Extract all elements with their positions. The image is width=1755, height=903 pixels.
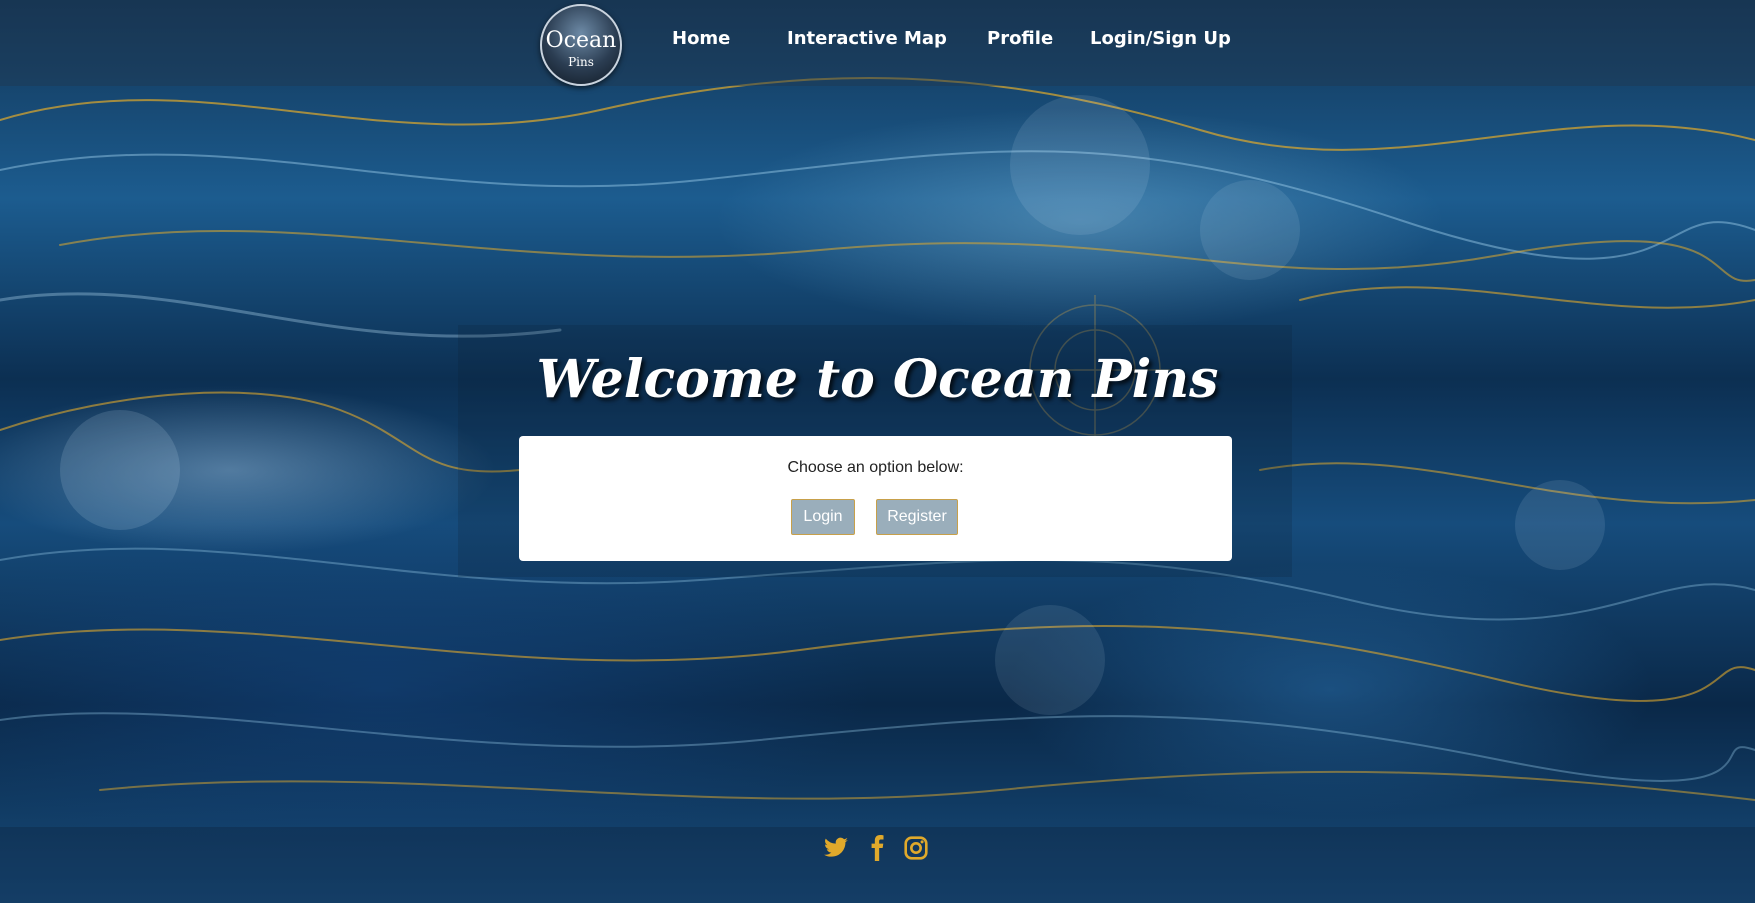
page: Ocean Pins Home Interactive Map Profile … bbox=[0, 0, 1755, 903]
nav-profile[interactable]: Profile bbox=[987, 28, 1053, 50]
logo-wordmark: Ocean bbox=[545, 28, 617, 53]
nav-interactive-map[interactable]: Interactive Map bbox=[787, 28, 947, 50]
nav-home[interactable]: Home bbox=[672, 28, 730, 50]
login-button[interactable]: Login bbox=[791, 499, 855, 535]
page-title: Welcome to Ocean Pins bbox=[536, 349, 1219, 410]
nav-login-signup[interactable]: Login/Sign Up bbox=[1090, 28, 1231, 50]
instagram-icon[interactable] bbox=[903, 835, 929, 861]
choose-option-text: Choose an option below: bbox=[787, 459, 964, 476]
twitter-icon[interactable] bbox=[823, 835, 849, 861]
ocean-pins-logo[interactable]: Ocean Pins bbox=[540, 4, 622, 86]
option-card: Choose an option below: Login Register bbox=[519, 436, 1232, 561]
logo-subword: Pins bbox=[568, 55, 594, 69]
facebook-icon[interactable] bbox=[864, 835, 890, 861]
register-button[interactable]: Register bbox=[876, 499, 958, 535]
